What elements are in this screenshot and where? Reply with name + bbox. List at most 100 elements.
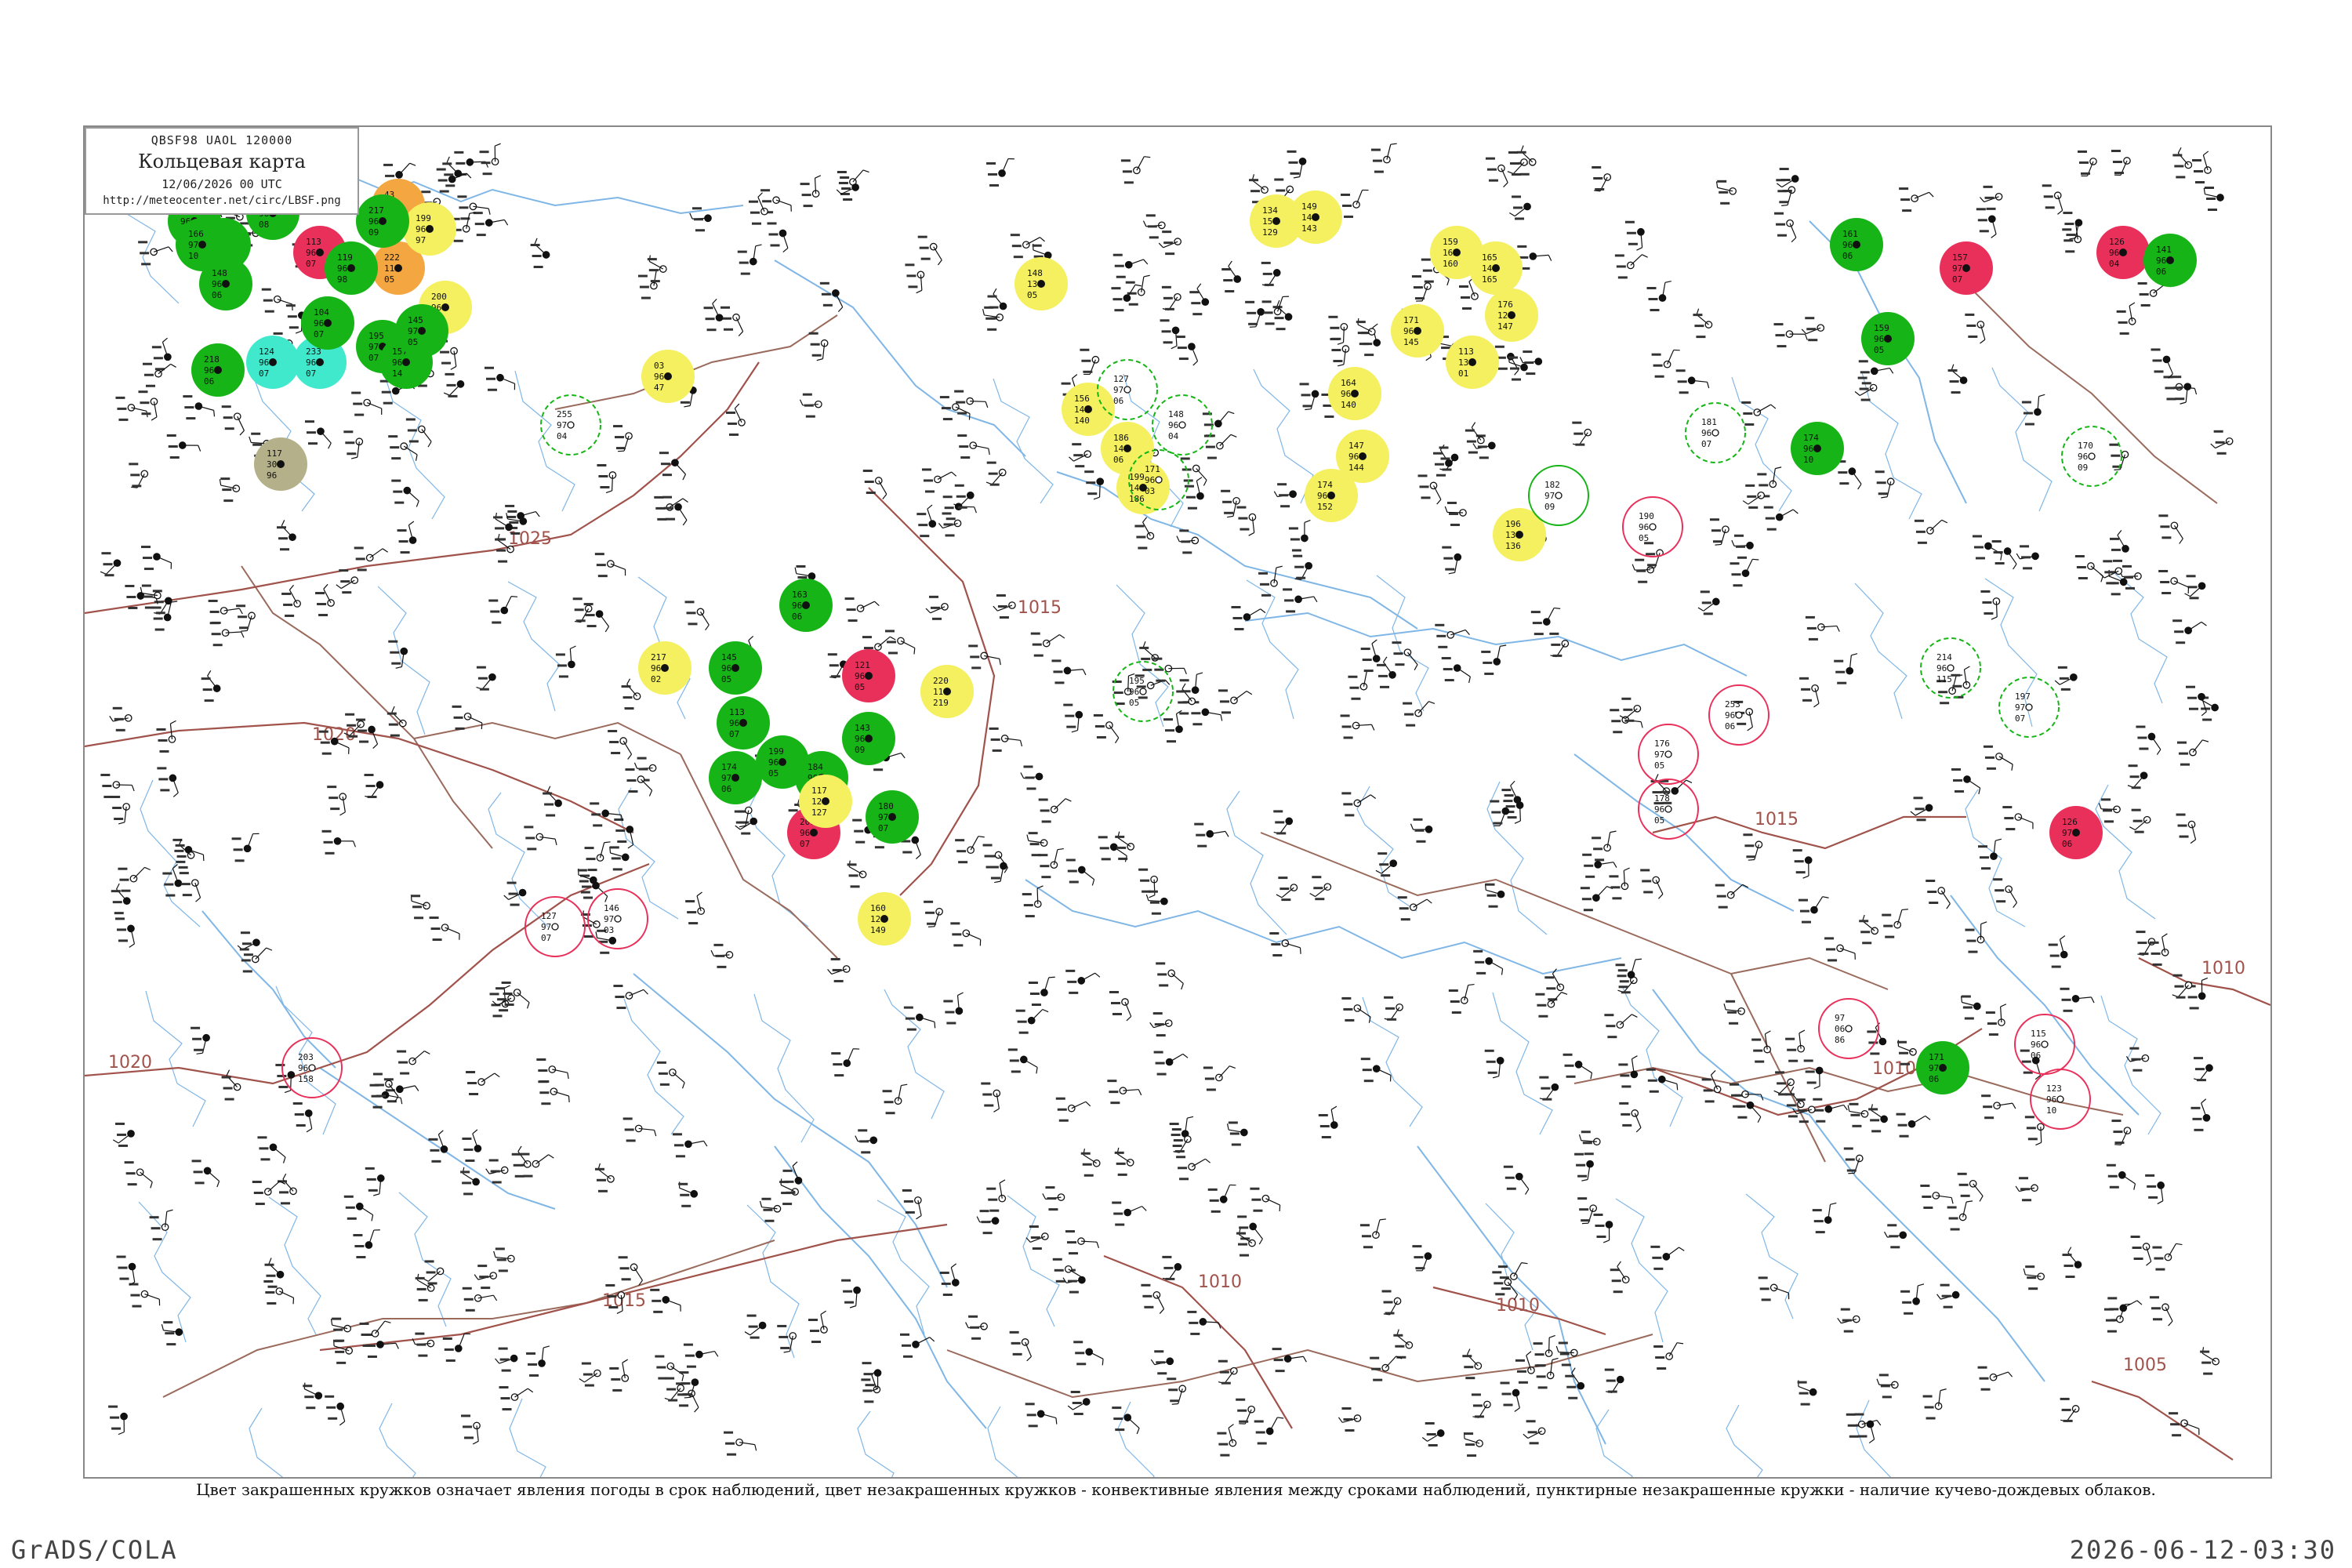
station-marker[interactable]: 14813405 bbox=[1014, 257, 1068, 310]
station-marker[interactable]: 2179609 bbox=[356, 194, 409, 248]
station-marker[interactable]: 1269604 bbox=[2096, 226, 2150, 279]
station-symbol bbox=[1139, 641, 1160, 671]
station-symbol bbox=[304, 420, 332, 449]
isobar-labels: 1025102010151020101510101015101010101005… bbox=[108, 529, 2245, 1375]
station-pressure: 97 bbox=[408, 326, 418, 336]
station-marker[interactable]: 220111219 bbox=[920, 665, 974, 718]
station-marker[interactable]: 1639606 bbox=[779, 579, 833, 632]
station-pressure: 128 bbox=[811, 797, 827, 807]
station-temp: 217 bbox=[651, 652, 666, 662]
convective-ring[interactable]: 1909605 bbox=[1622, 496, 1683, 557]
station-marker[interactable]: 1139607 bbox=[717, 696, 770, 750]
station-symbol bbox=[1785, 1029, 1806, 1062]
station-symbol bbox=[1273, 483, 1297, 508]
station-symbol bbox=[1592, 830, 1617, 862]
station-marker[interactable]: 1419606 bbox=[2143, 234, 2197, 287]
station-symbol bbox=[1604, 1368, 1624, 1394]
station-symbol bbox=[1403, 701, 1436, 727]
station-symbol bbox=[939, 396, 971, 421]
station-marker[interactable]: 1809707 bbox=[866, 790, 919, 844]
station-pressure: 97 bbox=[2015, 702, 2025, 713]
station-symbol bbox=[138, 241, 173, 266]
station-marker[interactable]: 156143140 bbox=[1062, 383, 1115, 436]
station-symbol bbox=[618, 1256, 643, 1286]
station-marker[interactable]: 2179602 bbox=[638, 641, 691, 695]
station-symbol bbox=[685, 891, 706, 925]
station-symbol bbox=[1169, 1116, 1194, 1148]
station-marker[interactable]: 1579707 bbox=[1940, 241, 1993, 295]
convective-ring[interactable]: 1159606 bbox=[2014, 1014, 2075, 1075]
station-tendency: 06 bbox=[204, 376, 214, 387]
station-marker[interactable]: 11730096 bbox=[254, 437, 307, 491]
station-dot bbox=[1555, 492, 1563, 499]
station-symbol bbox=[1203, 1065, 1236, 1091]
convective-ring[interactable]: 1819607 bbox=[1685, 402, 1746, 463]
station-symbol bbox=[1646, 281, 1671, 312]
station-marker[interactable]: 1049607 bbox=[301, 296, 354, 350]
station-marker[interactable]: 1749610 bbox=[1791, 422, 1844, 475]
station-symbol bbox=[2063, 212, 2083, 240]
station-marker[interactable]: 11313901 bbox=[1446, 336, 1499, 389]
station-symbol bbox=[1236, 1398, 1256, 1425]
convective-ring[interactable]: 1469703 bbox=[587, 888, 648, 949]
station-marker[interactable]: 14796144 bbox=[1336, 430, 1389, 483]
station-symbol bbox=[1022, 885, 1044, 918]
station-marker[interactable]: 160129149 bbox=[858, 892, 911, 946]
station-dot bbox=[661, 664, 669, 672]
station-marker[interactable]: 1459605 bbox=[709, 641, 762, 695]
convective-ring[interactable]: 20396158 bbox=[281, 1037, 343, 1098]
convective-ring[interactable]: 1769705 bbox=[1638, 724, 1699, 785]
station-temp: 182 bbox=[1544, 480, 1560, 490]
convective-ring[interactable]: 2539606 bbox=[1708, 684, 1769, 746]
station-marker[interactable]: 1999697 bbox=[403, 202, 456, 256]
station-dot bbox=[1711, 429, 1719, 437]
convective-ring[interactable]: 1829709 bbox=[1528, 465, 1589, 526]
station-marker[interactable]: 2189606 bbox=[191, 343, 245, 397]
station-marker[interactable]: 199140186 bbox=[1116, 461, 1170, 514]
station-pressure: 96 bbox=[1701, 428, 1711, 438]
station-marker[interactable]: 1269706 bbox=[2049, 806, 2103, 859]
weather-map[interactable]: 1025102010151020101510101015101010101005… bbox=[85, 127, 2270, 1477]
station-marker[interactable]: 1199698 bbox=[325, 241, 378, 295]
convective-ring[interactable]: 1489604 bbox=[1152, 394, 1213, 456]
station-symbol bbox=[594, 1163, 615, 1192]
station-marker[interactable]: 1249607 bbox=[246, 336, 299, 389]
station-marker[interactable]: 1459705 bbox=[395, 304, 448, 358]
station-temp: 163 bbox=[792, 590, 808, 600]
convective-ring[interactable]: 2559704 bbox=[540, 394, 601, 456]
station-symbol bbox=[1142, 214, 1166, 239]
convective-ring[interactable]: 1979707 bbox=[1998, 677, 2060, 738]
station-symbol bbox=[982, 306, 1004, 331]
station-marker[interactable]: 17612147 bbox=[1485, 289, 1538, 342]
station-tendency: 06 bbox=[2031, 1051, 2041, 1061]
convective-ring[interactable]: 1239610 bbox=[2030, 1069, 2091, 1130]
station-marker[interactable]: 1489606 bbox=[199, 257, 252, 310]
station-tendency: 10 bbox=[188, 251, 198, 261]
isobar-label: 1005 bbox=[2123, 1356, 2167, 1375]
station-tendency: 127 bbox=[811, 808, 827, 818]
station-marker[interactable]: 17196145 bbox=[1391, 304, 1444, 358]
station-marker[interactable]: 117128127 bbox=[799, 775, 852, 828]
station-pressure: 134 bbox=[1027, 279, 1043, 289]
source-url[interactable]: http://meteocenter.net/circ/LBSF.png bbox=[86, 194, 358, 207]
station-marker[interactable]: 1599605 bbox=[1861, 312, 1915, 365]
station-marker[interactable]: 039647 bbox=[641, 350, 695, 403]
station-symbol bbox=[1203, 434, 1237, 459]
station-marker[interactable]: 16496140 bbox=[1328, 367, 1381, 420]
station-marker[interactable]: 149144143 bbox=[1289, 191, 1342, 244]
station-marker[interactable]: 165140165 bbox=[1469, 241, 1523, 295]
station-temp: 170 bbox=[2078, 441, 2093, 451]
station-symbol bbox=[613, 985, 648, 1010]
convective-ring[interactable]: 970686 bbox=[1818, 998, 1879, 1059]
station-marker[interactable]: 1749706 bbox=[709, 751, 762, 804]
station-symbol bbox=[1741, 401, 1777, 426]
station-marker[interactable]: 1219605 bbox=[842, 649, 895, 702]
station-symbol bbox=[1217, 1424, 1237, 1457]
station-marker[interactable]: 1439609 bbox=[842, 712, 895, 765]
station-temp: 03 bbox=[654, 361, 664, 371]
station-symbol bbox=[330, 1317, 351, 1342]
station-marker[interactable]: 1719706 bbox=[1916, 1041, 1969, 1094]
station-marker[interactable]: 1619606 bbox=[1830, 218, 1883, 271]
station-dot bbox=[316, 249, 324, 256]
station-symbol bbox=[1991, 540, 2017, 570]
